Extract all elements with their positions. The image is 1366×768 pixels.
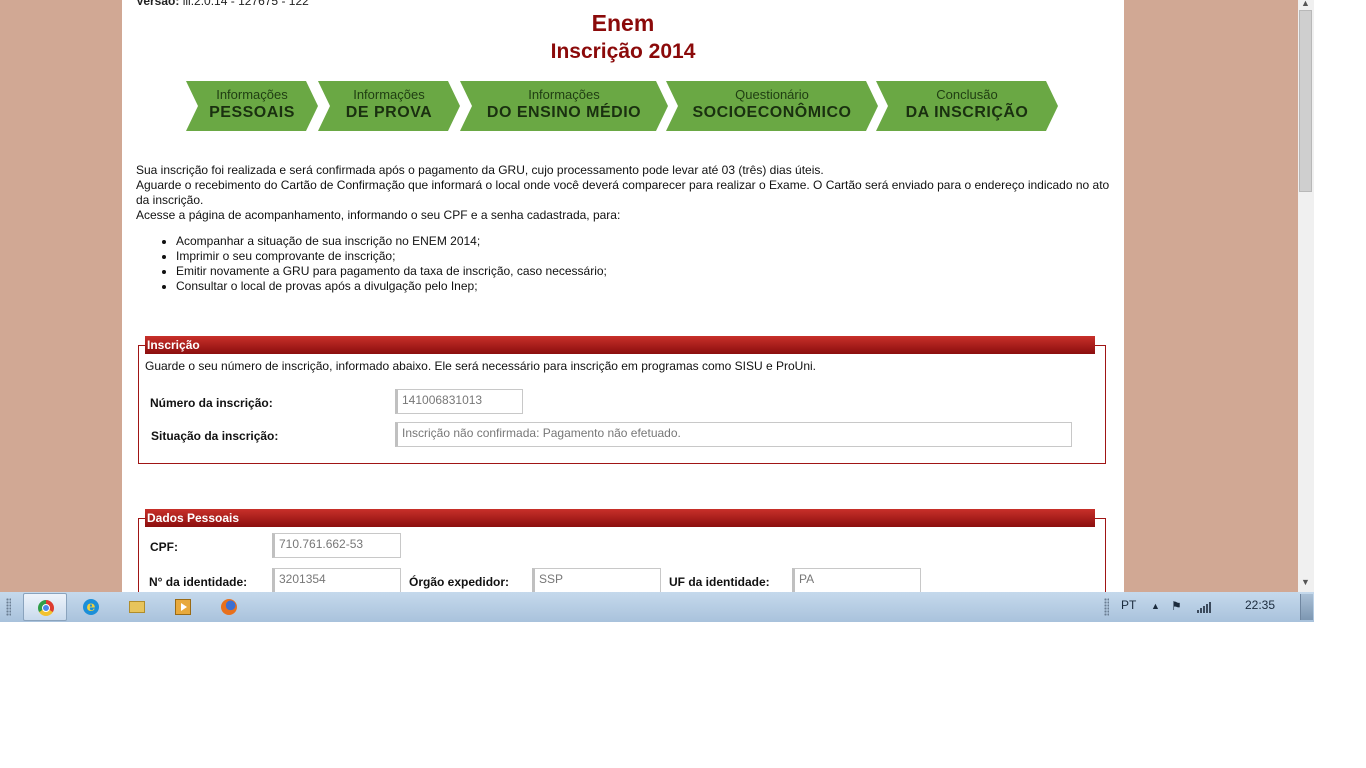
cpf-label: CPF: [150,540,178,554]
numero-inscricao-field[interactable]: 141006831013 [395,389,523,414]
enem-page: Versão: lll.2.0.14 - 127675 - 122 Enem I… [122,0,1124,592]
taskbar-firefox-button[interactable] [207,593,251,621]
inscricao-heading: Inscrição [145,336,1095,354]
identidade-field[interactable]: 3201354 [272,568,401,592]
firefox-icon [221,599,237,615]
show-desktop-button[interactable] [1300,594,1313,620]
step-questionario: Questionário SOCIOECONÔMICO [666,81,878,131]
taskbar-ie-button[interactable]: e [69,593,113,621]
page-title: Enem [591,10,655,36]
version-text: Versão: lll.2.0.14 - 127675 - 122 [136,0,309,8]
media-player-icon [175,599,191,615]
inscricao-panel: Inscrição Guarde o seu número de inscriç… [138,336,1106,464]
page-subtitle: Inscrição 2014 [550,40,696,63]
situacao-inscricao-field[interactable]: Inscrição não confirmada: Pagamento não … [395,422,1072,447]
step-ensino-medio: Informações DO ENSINO MÉDIO [460,81,668,131]
file-explorer-icon [129,601,145,613]
dados-pessoais-panel: Dados Pessoais CPF: 710.761.662-53 N° da… [138,509,1106,592]
show-hidden-icons-icon[interactable]: ▲ [1151,601,1160,611]
list-item: Imprimir o seu comprovante de inscrição; [176,249,1116,264]
instructions-list: Acompanhar a situação de sua inscrição n… [136,234,1116,294]
internet-explorer-icon: e [83,599,99,615]
identidade-label: N° da identidade: [149,575,248,589]
intro-paragraph-3: Acesse a página de acompanhamento, infor… [136,208,621,222]
step-informacoes-pessoais: Informações PESSOAIS [186,81,318,131]
clock[interactable]: 22:35 [1245,598,1275,612]
step-progress-bar: Informações PESSOAIS Informações DE PROVA … [186,81,1066,131]
step-informacoes-de-prova: Informações DE PROVA [318,81,460,131]
taskbar-chrome-button[interactable] [23,593,67,621]
numero-inscricao-label: Número da inscrição: [150,396,273,410]
step-conclusao: Conclusão DA INSCRIÇÃO [876,81,1058,131]
intro-paragraph-2: Aguarde o recebimento do Cartão de Confi… [136,178,1110,207]
taskbar-media-button[interactable] [161,593,205,621]
screen: Versão: lll.2.0.14 - 127675 - 122 Enem I… [0,0,1314,622]
list-item: Emitir novamente a GRU para pagamento da… [176,264,1116,279]
intro-text: Sua inscrição foi realizada e será confi… [136,163,1116,294]
taskbar-grip[interactable] [6,598,11,616]
uf-identidade-field[interactable]: PA [792,568,921,592]
orgao-expedidor-label: Órgão expedidor: [409,575,510,589]
language-indicator[interactable]: PT [1121,598,1136,612]
list-item: Consultar o local de provas após a divul… [176,279,1116,294]
scrollbar-thumb[interactable] [1299,10,1312,192]
windows-taskbar: e PT ▲ ⚑ 22:35 [0,592,1314,622]
browser-viewport: Versão: lll.2.0.14 - 127675 - 122 Enem I… [0,0,1298,592]
list-item: Acompanhar a situação de sua inscrição n… [176,234,1116,249]
taskbar-explorer-button[interactable] [115,593,159,621]
action-center-flag-icon[interactable]: ⚑ [1171,599,1182,613]
scroll-up-arrow-icon[interactable]: ▲ [1301,0,1310,8]
orgao-expedidor-field[interactable]: SSP [532,568,661,592]
tray-grip[interactable] [1104,598,1109,616]
network-signal-icon[interactable] [1197,602,1213,613]
chrome-icon [38,600,54,616]
uf-identidade-label: UF da identidade: [669,575,770,589]
dados-pessoais-heading: Dados Pessoais [145,509,1095,527]
cpf-field[interactable]: 710.761.662-53 [272,533,401,558]
situacao-inscricao-label: Situação da inscrição: [151,429,279,443]
inscricao-note: Guarde o seu número de inscrição, inform… [145,359,816,373]
intro-paragraph-1: Sua inscrição foi realizada e será confi… [136,163,824,177]
scroll-down-arrow-icon[interactable]: ▼ [1301,577,1310,587]
vertical-scrollbar[interactable]: ▲ ▼ [1298,0,1314,592]
